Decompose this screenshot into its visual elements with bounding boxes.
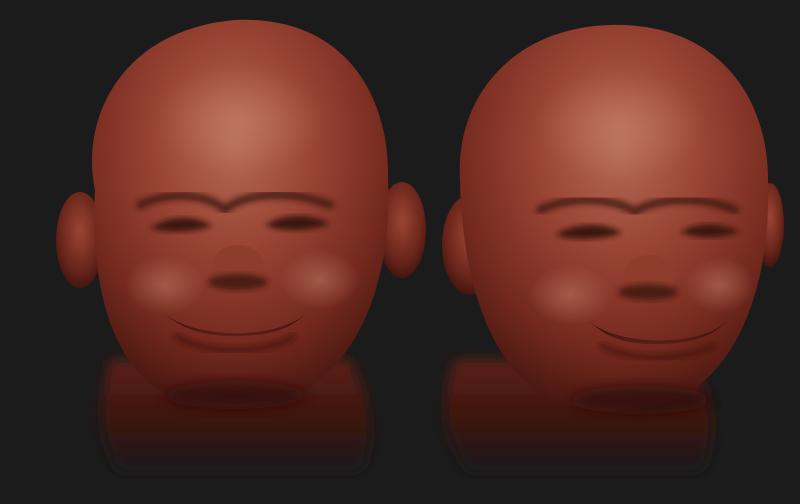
chin-shadow-right [570,386,710,414]
sculpt-viewport [0,0,800,504]
forehead-highlight-right [535,70,705,180]
forehead-highlight-left [155,65,325,175]
cheek-right-a [528,265,612,325]
nose-right-shadow [618,284,678,300]
chin-shadow-left [165,381,305,409]
cheek-left-b [280,250,360,310]
sculpt-render [0,0,800,504]
nose-left-shadow [208,274,268,290]
cheek-right-b [685,257,755,313]
cheek-left-a [125,255,205,315]
